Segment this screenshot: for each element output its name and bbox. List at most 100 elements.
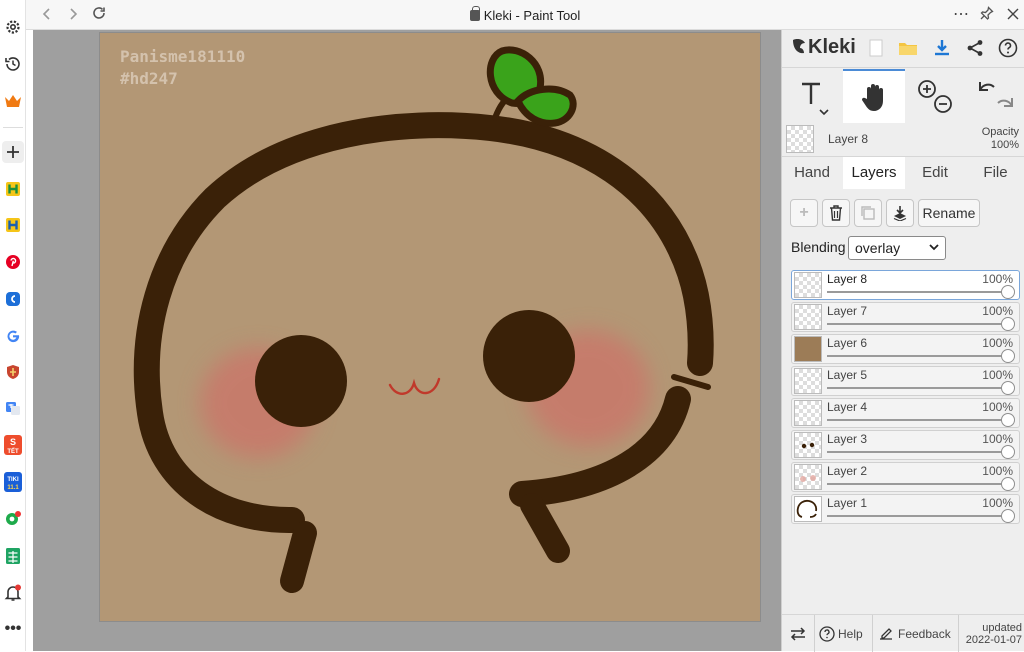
svg-text:S: S (10, 437, 16, 447)
trash-icon (830, 205, 842, 221)
chevron-down-icon (929, 238, 939, 260)
layer-opacity-knob[interactable] (1001, 477, 1015, 491)
hand-tool-button[interactable] (843, 69, 905, 123)
layer-row-6[interactable]: Layer 6 100% (791, 334, 1020, 364)
svg-text:11.1: 11.1 (7, 485, 19, 491)
blending-value: overlay (855, 240, 901, 256)
translate-icon[interactable] (2, 397, 24, 419)
svg-text:TIKI: TIKI (7, 477, 19, 483)
layer-row-7[interactable]: Layer 7 100% (791, 302, 1020, 332)
open-folder-icon[interactable] (896, 36, 920, 60)
help-icon[interactable] (996, 36, 1020, 60)
merge-down-button[interactable] (886, 199, 914, 227)
layer-opacity-knob[interactable] (1001, 509, 1015, 523)
layer-name: Layer 6 (827, 336, 868, 350)
layer-opacity-slider[interactable] (827, 355, 1013, 357)
add-layer-button[interactable]: + (790, 199, 818, 227)
layer-opacity-knob[interactable] (1001, 317, 1015, 331)
rename-layer-button[interactable]: Rename (918, 199, 980, 227)
layer-opacity: 100% (982, 496, 1013, 510)
panel-header: Kleki (782, 30, 1024, 68)
layer-opacity-slider[interactable] (827, 483, 1013, 485)
more-icon[interactable]: ••• (2, 618, 24, 640)
notification-icon[interactable] (2, 582, 24, 604)
help-button[interactable]: Help (819, 615, 863, 652)
sidebar-divider (3, 127, 23, 128)
layer-row-3[interactable]: Layer 3 100% (791, 430, 1020, 460)
layer-opacity-slider[interactable] (827, 387, 1013, 389)
layer-opacity-knob[interactable] (1001, 445, 1015, 459)
layer-opacity-knob[interactable] (1001, 413, 1015, 427)
delete-layer-button[interactable] (822, 199, 850, 227)
left-eye (255, 335, 347, 427)
duplicate-layer-button[interactable] (854, 199, 882, 227)
close-icon[interactable] (1004, 6, 1022, 24)
history-icon[interactable] (2, 53, 24, 75)
canvas-area[interactable]: Panisme181110 #hd247 (33, 30, 781, 651)
google-icon[interactable] (2, 324, 24, 346)
window-title: Kleki - Paint Tool (26, 6, 1024, 23)
browser-sidebar: S TẾT TIKI 11.1 ••• (0, 0, 26, 651)
layer-row-8[interactable]: Layer 8 100% (791, 270, 1020, 300)
layer-name: Layer 7 (827, 304, 868, 318)
kleki-logo-icon (793, 39, 805, 54)
layer-opacity-knob[interactable] (1001, 285, 1015, 299)
blending-select[interactable]: overlay (848, 236, 946, 260)
layer-row-1[interactable]: Layer 1 100% (791, 494, 1020, 524)
duplicate-icon (861, 206, 875, 220)
shield-app-icon[interactable] (2, 361, 24, 383)
layer-row-2[interactable]: Layer 2 100% (791, 462, 1020, 492)
pin-icon[interactable] (978, 6, 996, 24)
layer-opacity-knob[interactable] (1001, 349, 1015, 363)
layer-name: Layer 1 (827, 496, 868, 510)
tiki-icon[interactable]: TIKI 11.1 (2, 471, 24, 493)
layer-opacity: 100% (982, 464, 1013, 478)
panel-tabs: Hand Layers Edit File (782, 157, 1024, 189)
layer-opacity: 100% (982, 400, 1013, 414)
menu-dots-icon[interactable]: ⋯ (952, 6, 970, 24)
mouth (388, 377, 441, 395)
layer-opacity: 100% (982, 272, 1013, 286)
blue-app-icon[interactable] (2, 288, 24, 310)
zoom-in-icon (918, 80, 936, 98)
pinterest-icon[interactable] (2, 251, 24, 273)
share-icon[interactable] (963, 36, 987, 60)
undo-redo-buttons (968, 69, 1024, 123)
drawing-canvas[interactable]: Panisme181110 #hd247 (99, 32, 761, 622)
add-icon[interactable] (2, 141, 24, 163)
text-tool-button[interactable] (782, 69, 842, 123)
layer-thumb (794, 304, 822, 330)
layer-opacity-slider[interactable] (827, 419, 1013, 421)
h-app-icon-2[interactable] (2, 214, 24, 236)
layers-pane: + Rename Blending overlay Layer 8 100% L… (782, 189, 1024, 614)
tab-layers[interactable]: Layers (843, 157, 905, 189)
tab-edit[interactable]: Edit (906, 157, 964, 189)
layer-opacity-slider[interactable] (827, 515, 1013, 517)
layer-opacity-knob[interactable] (1001, 381, 1015, 395)
download-icon[interactable] (930, 36, 954, 60)
shopee-icon[interactable]: S TẾT (2, 434, 24, 456)
layer-thumb (794, 496, 822, 522)
layer-opacity-slider[interactable] (827, 323, 1013, 325)
tool-panel: Kleki Layer 8 Opacity 100% Hand Layers E… (781, 30, 1024, 652)
redo-icon (997, 98, 1013, 107)
layer-opacity-slider[interactable] (827, 291, 1013, 293)
tab-file[interactable]: File (966, 157, 1024, 189)
layer-row-4[interactable]: Layer 4 100% (791, 398, 1020, 428)
tab-hand[interactable]: Hand (782, 157, 842, 189)
new-file-icon[interactable] (864, 36, 888, 60)
sheets-icon[interactable] (2, 545, 24, 567)
svg-text:TẾT: TẾT (7, 448, 19, 455)
settings-icon[interactable] (2, 16, 24, 38)
pin-app-icon[interactable] (2, 508, 24, 530)
layer-thumb (794, 368, 822, 394)
layer-opacity: 100% (982, 336, 1013, 350)
crown-icon[interactable] (2, 90, 24, 112)
zoom-out-icon (934, 95, 952, 113)
swap-panel-icon[interactable] (789, 615, 807, 652)
feedback-button[interactable]: Feedback (878, 615, 951, 652)
layer-row-5[interactable]: Layer 5 100% (791, 366, 1020, 396)
layer-thumb (794, 464, 822, 490)
layer-opacity-slider[interactable] (827, 451, 1013, 453)
h-app-icon[interactable] (2, 178, 24, 200)
